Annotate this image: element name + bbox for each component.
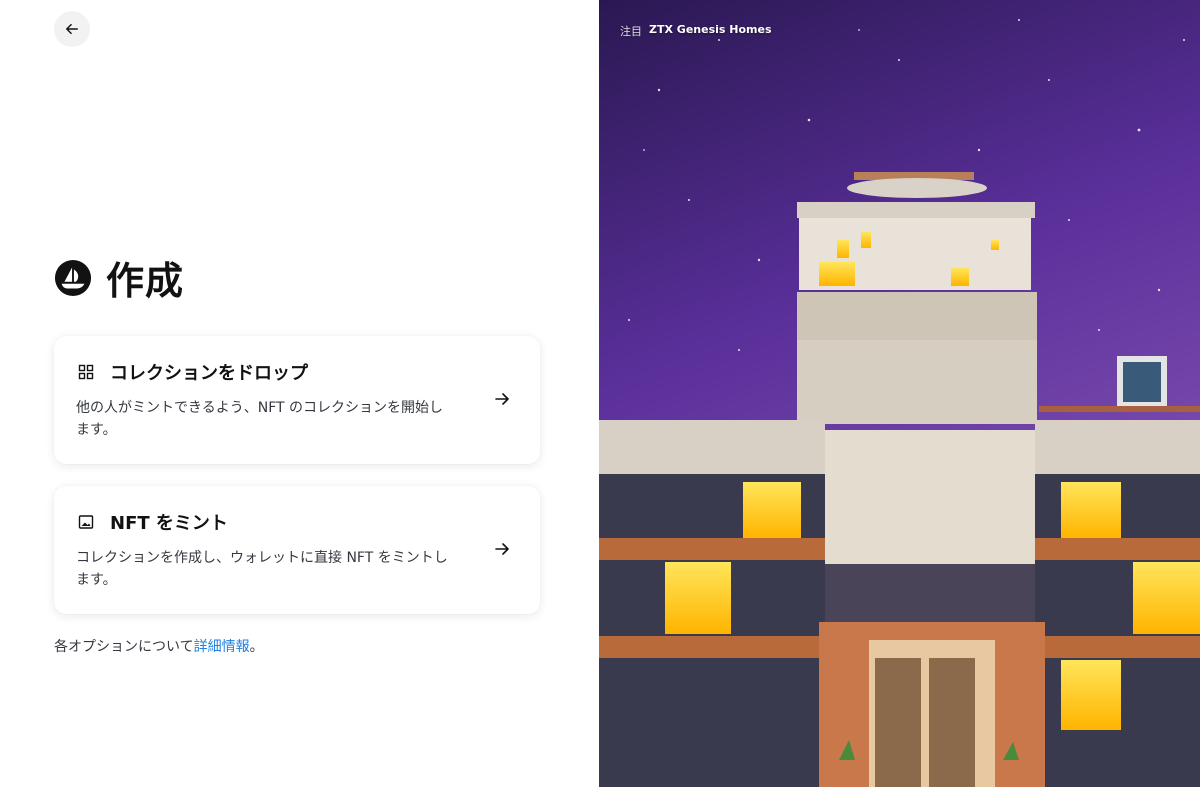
- create-panel: 作成 コレクションをドロップ 他の人がミントできるよう、NFT のコレクションを…: [0, 0, 599, 787]
- footer-note: 各オプションについて詳細情報。: [54, 636, 264, 656]
- featured-label: 注目 ZTX Genesis Homes: [620, 23, 772, 39]
- featured-collection-name[interactable]: ZTX Genesis Homes: [649, 23, 772, 39]
- arrow-right-icon: [495, 543, 509, 555]
- back-button[interactable]: [54, 11, 90, 47]
- grid-icon: [78, 364, 94, 380]
- page-title: 作成: [106, 259, 185, 303]
- mint-nft-card[interactable]: NFT をミント コレクションを作成し、ウォレットに直接 NFT をミントします…: [54, 486, 540, 614]
- card-header: NFT をミント: [78, 509, 228, 535]
- building-illustration: [599, 0, 1200, 787]
- drop-collection-title: コレクションをドロップ: [110, 363, 308, 384]
- image-icon: [78, 515, 94, 529]
- footer-suffix: 。: [249, 639, 264, 655]
- ac-unit: [1117, 356, 1167, 408]
- opensea-logo-icon: [54, 259, 92, 296]
- drop-collection-card[interactable]: コレクションをドロップ 他の人がミントできるよう、NFT のコレクションを開始し…: [54, 336, 540, 464]
- title-row: 作成: [54, 250, 184, 305]
- learn-more-link[interactable]: 詳細情報: [194, 639, 250, 655]
- featured-hero-image[interactable]: 注目 ZTX Genesis Homes: [599, 0, 1200, 787]
- mint-nft-description: コレクションを作成し、ウォレットに直接 NFT をミントします。: [76, 550, 448, 588]
- card-header: コレクションをドロップ: [78, 359, 308, 385]
- footer-text: 各オプションについて: [54, 639, 194, 655]
- arrow-right-icon: [495, 393, 509, 405]
- arrow-left-icon: [66, 23, 78, 35]
- main-building: [599, 420, 1200, 787]
- mint-nft-title: NFT をミント: [110, 513, 228, 534]
- tower: [797, 202, 1037, 424]
- drop-collection-description: 他の人がミントできるよう、NFT のコレクションを開始します。: [76, 400, 443, 438]
- rooftop-dish: [847, 172, 987, 198]
- featured-tag: 注目: [620, 25, 642, 38]
